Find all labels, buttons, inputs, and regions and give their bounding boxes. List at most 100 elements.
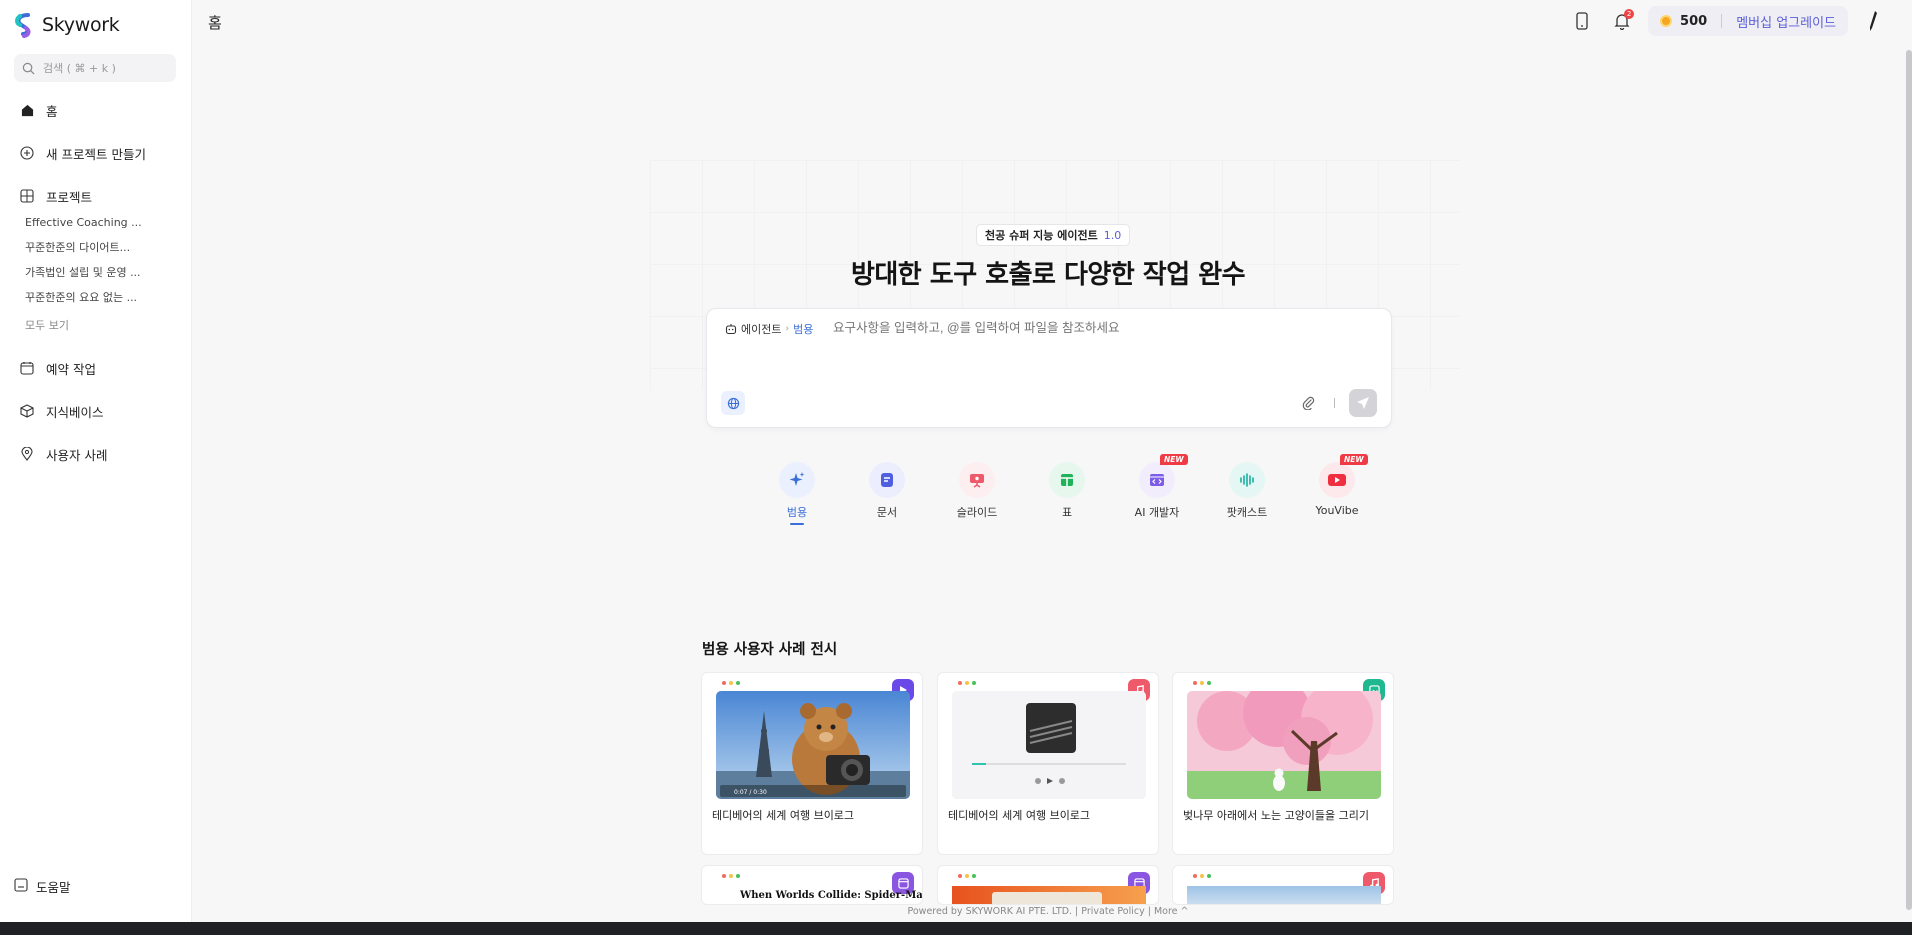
prompt-input[interactable]: [833, 321, 1353, 335]
avatar[interactable]: [1866, 10, 1882, 32]
tool-label: 슬라이드: [956, 506, 998, 519]
skywork-logo-icon: [15, 13, 31, 38]
code-icon: [1139, 462, 1175, 498]
location-pin-icon: [20, 447, 34, 461]
tool-general[interactable]: 범용: [752, 462, 842, 525]
tool-table[interactable]: 표: [1022, 462, 1112, 525]
tool-label: 범용: [786, 506, 808, 519]
card-heading: When Worlds Collide: Spider-Man: [740, 890, 923, 901]
credit-balance: 500: [1680, 13, 1708, 29]
notifications-button[interactable]: 2: [1608, 7, 1636, 35]
prompt-composer: 에이전트 › 범용: [706, 308, 1392, 428]
showcase-card[interactable]: 테디베어의 세계 여행 브이로그: [937, 672, 1159, 855]
card-thumbnail: 0:07 / 0:30: [716, 691, 910, 799]
tool-youvibe[interactable]: NEW YouVibe: [1292, 454, 1382, 525]
mobile-app-button[interactable]: [1568, 7, 1596, 35]
brand-name: Skywork: [42, 14, 120, 36]
project-item[interactable]: Effective Coaching ...: [25, 210, 175, 235]
page-title: 홈: [208, 14, 222, 32]
scrollbar[interactable]: [1906, 50, 1912, 910]
sidebar-item-new-project[interactable]: 새 프로젝트 만들기: [0, 141, 192, 165]
tool-label: 표: [1061, 506, 1073, 519]
window-dots: [1193, 681, 1211, 685]
window-dots: [958, 874, 976, 878]
tool-podcast[interactable]: 팟캐스트: [1202, 462, 1292, 525]
agent-version-pill: 천공 슈퍼 지능 에이전트 1.0: [976, 224, 1131, 246]
mobile-icon: [1576, 12, 1588, 30]
sidebar-item-knowledge[interactable]: 지식베이스: [0, 399, 192, 423]
tool-ai-developer[interactable]: NEW AI 개발자: [1112, 454, 1202, 525]
tool-document[interactable]: 문서: [842, 462, 932, 525]
coin-icon: [1660, 15, 1673, 27]
sidebar-item-use-cases[interactable]: 사용자 사례: [0, 442, 192, 466]
showcase-card[interactable]: [937, 865, 1159, 905]
active-indicator: [790, 523, 804, 525]
audio-wave-icon: [1229, 462, 1265, 498]
tool-slides[interactable]: 슬라이드: [932, 462, 1022, 525]
notification-count-badge: 2: [1624, 9, 1635, 19]
send-button[interactable]: [1349, 389, 1377, 417]
youtube-icon: [1319, 462, 1355, 498]
card-thumbnail: [1187, 691, 1381, 799]
cube-icon: [20, 404, 34, 418]
showcase-card[interactable]: 벚나무 아래에서 노는 고양이들을 그리기: [1172, 672, 1394, 855]
help-label: 도움말: [36, 880, 71, 895]
sidebar-item-home[interactable]: 홈: [0, 98, 192, 122]
agent-mode-selector[interactable]: 에이전트 › 범용: [725, 321, 813, 337]
card-thumbnail: [952, 886, 1146, 904]
mode-label: 범용: [793, 323, 814, 336]
sparkle-icon: [779, 462, 815, 498]
sidebar: Skywork 검색 ( ⌘ + k ) 홈 새 프로젝트 만들기 프로젝트 E…: [0, 0, 192, 922]
attach-file-button[interactable]: [1299, 393, 1319, 413]
robot-icon: [725, 324, 737, 335]
brand[interactable]: Skywork: [12, 12, 120, 38]
card-thumbnail: [952, 691, 1146, 799]
new-badge: NEW: [1340, 454, 1368, 465]
window-dots: [722, 874, 740, 878]
sidebar-item-projects[interactable]: 프로젝트: [0, 184, 192, 208]
hero-title: 방대한 도구 호출로 다양한 작업 완수: [850, 260, 1246, 290]
header-actions: 2 500 멤버십 업그레이드: [1568, 6, 1882, 36]
search-input[interactable]: 검색 ( ⌘ + k ): [14, 54, 176, 82]
window-dots: [722, 681, 740, 685]
tool-label: 팟캐스트: [1226, 506, 1268, 519]
card-title: 벚나무 아래에서 노는 고양이들을 그리기: [1183, 809, 1370, 822]
taskbar: [0, 922, 1912, 935]
home-icon: [20, 103, 34, 117]
divider: [1334, 398, 1335, 408]
card-title: 테디베어의 세계 여행 브이로그: [712, 809, 855, 822]
view-all-projects-link[interactable]: 모두 보기: [25, 313, 175, 338]
sidebar-item-scheduled[interactable]: 예약 작업: [0, 356, 192, 380]
window-dots: [958, 681, 976, 685]
sidebar-item-label: 새 프로젝트 만들기: [46, 146, 146, 162]
new-badge: NEW: [1160, 454, 1188, 465]
projects-icon: [20, 189, 34, 203]
web-search-toggle[interactable]: [721, 391, 745, 415]
search-icon: [22, 62, 35, 74]
paperclip-icon: [1302, 396, 1315, 410]
showcase-card[interactable]: [1172, 865, 1394, 905]
search-placeholder: 검색 ( ⌘ + k ): [43, 62, 116, 75]
sidebar-item-label: 홈: [46, 103, 58, 119]
plus-circle-icon: [20, 146, 34, 160]
pill-version: 1.0: [1103, 228, 1122, 242]
slides-icon: [959, 462, 995, 498]
doc-icon: [869, 462, 905, 498]
video-time: 0:07 / 0:30: [734, 789, 767, 796]
send-icon: [1357, 397, 1369, 409]
footer-text: Powered by SKYWORK AI PTE. LTD. | Privat…: [907, 906, 1189, 917]
card-title: 테디베어의 세계 여행 브이로그: [948, 809, 1091, 822]
showcase-card[interactable]: When Worlds Collide: Spider-Man: [701, 865, 923, 905]
help-button[interactable]: 도움말: [14, 877, 71, 896]
pill-label: 천공 슈퍼 지능 에이전트: [985, 229, 1098, 242]
upgrade-membership-button[interactable]: 멤버십 업그레이드: [1736, 12, 1836, 31]
tool-label: YouVibe: [1315, 504, 1359, 517]
showcase-title: 범용 사용자 사례 전시: [702, 642, 838, 658]
chevron-right-icon: ›: [785, 324, 790, 334]
sidebar-item-label: 예약 작업: [46, 361, 96, 377]
showcase-card[interactable]: 0:07 / 0:30 테디베어의 세계 여행 브이로그: [701, 672, 923, 855]
tool-selector: 범용 문서 슬라이드 표 NEW AI 개발자 팟캐스트 NEW YouVibe: [752, 454, 1382, 525]
help-icon: [14, 878, 28, 895]
sidebar-item-label: 프로젝트: [46, 189, 93, 205]
table-icon: [1049, 462, 1085, 498]
